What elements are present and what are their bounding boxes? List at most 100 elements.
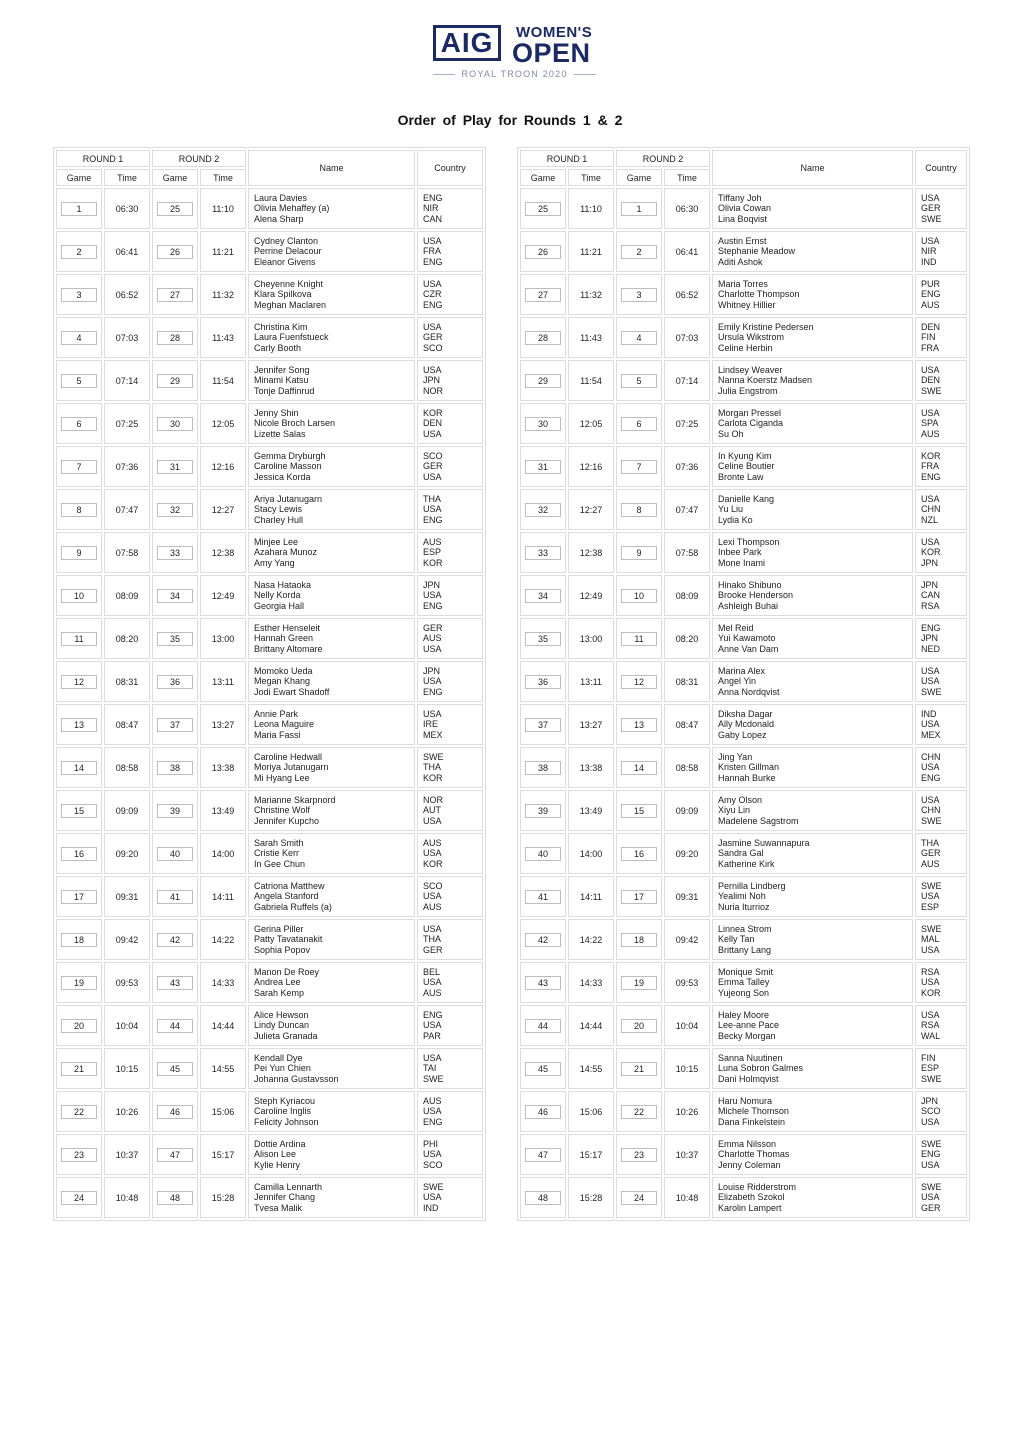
r1-game-number: 47	[525, 1147, 561, 1162]
r2-game-number: 13	[621, 717, 657, 732]
country-code: USA	[423, 1192, 442, 1203]
player-name: Elizabeth Szokol	[718, 1192, 785, 1203]
r2-time-header: Time	[664, 169, 710, 186]
r2-tee-time: 15:06	[200, 1091, 246, 1132]
r1-game-number: 42	[525, 932, 561, 947]
player-name: Nicole Broch Larsen	[254, 418, 336, 429]
r1-game-cell: 28	[520, 317, 566, 358]
country-code: JPN	[423, 375, 441, 386]
country-code: KOR	[423, 772, 443, 783]
country-code: SCO	[423, 450, 443, 461]
country-code: PUR	[921, 278, 941, 289]
table-row: 30 12:05 6 07:25 Morgan Pressel Carlota Cigan…	[520, 403, 967, 444]
player-name: In Gee Chun	[254, 858, 306, 869]
player-names: Monique Smit Emma Talley Yujeong Son	[712, 962, 913, 1003]
r1-game-number: 9	[61, 545, 97, 560]
player-countries: RSA USA KOR	[915, 962, 967, 1003]
player-name: Brittany Lang	[718, 944, 772, 955]
player-name: Stephanie Meadow	[718, 246, 796, 257]
r2-tee-time: 13:49	[200, 790, 246, 831]
r1-game-cell: 43	[520, 962, 566, 1003]
country-code: AUS	[423, 987, 442, 998]
player-names: Pernilla Lindberg Yealimi Noh Nuria Iturri…	[712, 876, 913, 917]
player-name: Haley Moore	[718, 1009, 770, 1020]
country-code: RSA	[921, 1020, 940, 1031]
player-name: Diksha Dagar	[718, 708, 773, 719]
country-code: SWE	[921, 1138, 942, 1149]
r1-tee-time: 10:04	[104, 1005, 150, 1046]
r1-game-number: 44	[525, 1018, 561, 1033]
country-code: USA	[423, 471, 442, 482]
r1-game-number: 11	[61, 631, 97, 646]
r2-game-number: 3	[621, 287, 657, 302]
player-name: Gabriela Ruffels (a)	[254, 901, 332, 912]
r2-game-number: 39	[157, 803, 193, 818]
r1-game-cell: 8	[56, 489, 102, 530]
country-code: USA	[423, 1052, 442, 1063]
player-names: Gemma Dryburgh Caroline Masson Jessica Kor…	[248, 446, 415, 487]
country-header: Country	[915, 150, 967, 186]
country-code: MEX	[921, 729, 941, 740]
player-name: Karolin Lampert	[718, 1202, 782, 1213]
r1-tee-time: 14:44	[568, 1005, 614, 1046]
r1-game-number: 28	[525, 330, 561, 345]
country-code: SWE	[921, 1073, 942, 1084]
country-code: USA	[423, 428, 442, 439]
r1-game-cell: 14	[56, 747, 102, 788]
r1-game-cell: 24	[56, 1177, 102, 1218]
table-row: 39 13:49 15 09:09 Amy Olson Xiyu Lin Madelene …	[520, 790, 967, 831]
r1-tee-time: 08:58	[104, 747, 150, 788]
player-names: Lexi Thompson Inbee Park Mone Inami	[712, 532, 913, 573]
r1-game-cell: 46	[520, 1091, 566, 1132]
r2-game-cell: 37	[152, 704, 198, 745]
r1-game-cell: 13	[56, 704, 102, 745]
r1-game-number: 23	[61, 1147, 97, 1162]
player-name: Angel Yin	[718, 676, 757, 687]
country-code: SWE	[921, 385, 942, 396]
logo-venue-text: ROYAL TROON 2020	[461, 69, 568, 79]
player-name: Mel Reid	[718, 622, 754, 633]
player-names: Jennifer Song Minami Katsu Tonje Daffinrud	[248, 360, 415, 401]
r2-game-number: 16	[621, 846, 657, 861]
r1-tee-time: 12:16	[568, 446, 614, 487]
r2-tee-time: 12:16	[200, 446, 246, 487]
r1-game-number: 21	[61, 1061, 97, 1076]
r2-tee-time: 07:03	[664, 317, 710, 358]
r2-game-number: 12	[621, 674, 657, 689]
r1-game-number: 48	[525, 1190, 561, 1205]
r1-game-number: 20	[61, 1018, 97, 1033]
player-name: Dani Holmqvist	[718, 1073, 779, 1084]
player-countries: BEL USA AUS	[417, 962, 483, 1003]
round2-header: ROUND 2	[616, 150, 710, 167]
player-countries: USA RSA WAL	[915, 1005, 967, 1046]
r1-game-number: 16	[61, 846, 97, 861]
player-name: Yu Liu	[718, 504, 744, 515]
player-countries: GER AUS USA	[417, 618, 483, 659]
country-code: KOR	[423, 557, 443, 568]
player-name: Amy Yang	[254, 557, 295, 568]
r2-tee-time: 14:00	[200, 833, 246, 874]
country-code: USA	[423, 278, 442, 289]
r2-game-cell: 25	[152, 188, 198, 229]
player-countries: ENG NIR CAN	[417, 188, 483, 229]
r2-game-number: 34	[157, 588, 193, 603]
r1-tee-time: 07:47	[104, 489, 150, 530]
player-name: Lina Boqvist	[718, 213, 768, 224]
country-code: NZL	[921, 514, 939, 525]
r1-game-number: 3	[61, 287, 97, 302]
r2-game-number: 11	[621, 631, 657, 646]
player-name: Ariya Jutanugarn	[254, 493, 323, 504]
player-countries: USA JPN NOR	[417, 360, 483, 401]
table-row: 5 07:14 29 11:54 Jennifer Song Minami Katsu To…	[56, 360, 483, 401]
r2-tee-time: 06:52	[664, 274, 710, 315]
country-code: USA	[423, 364, 442, 375]
player-countries: USA THA GER	[417, 919, 483, 960]
r2-tee-time: 12:05	[200, 403, 246, 444]
table-row: 7 07:36 31 12:16 Gemma Dryburgh Caroline Mass…	[56, 446, 483, 487]
r2-game-cell: 26	[152, 231, 198, 272]
country-code: JPN	[921, 1095, 939, 1106]
r2-game-number: 21	[621, 1061, 657, 1076]
country-code: USA	[423, 891, 442, 902]
r1-game-cell: 37	[520, 704, 566, 745]
player-names: Emily Kristine Pedersen Ursula Wikstrom Ce…	[712, 317, 913, 358]
